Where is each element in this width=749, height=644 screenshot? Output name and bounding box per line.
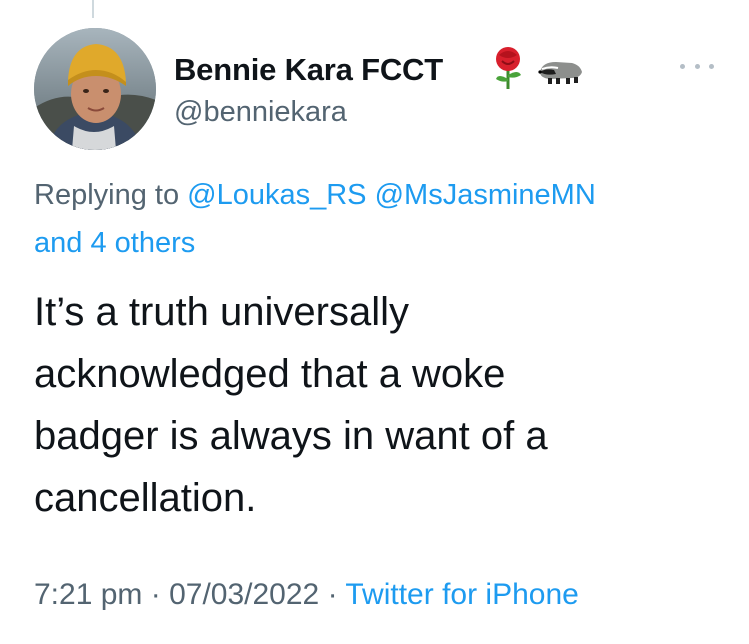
thread-connector-line (92, 0, 94, 18)
replying-to-label: Replying to (34, 179, 180, 211)
replying-to: Replying to @Loukas_RS @MsJasmineMN and … (34, 171, 724, 267)
meta-separator: · (327, 578, 338, 611)
more-dot-icon (709, 63, 714, 69)
tweet-text-line: badger is always in want of a (34, 414, 548, 458)
avatar[interactable] (34, 28, 156, 150)
rose-icon (496, 47, 521, 89)
author-display-name[interactable]: Bennie Kara FCCT (174, 52, 443, 88)
more-options-button[interactable] (680, 56, 714, 76)
tweet-source-link[interactable]: Twitter for iPhone (345, 578, 578, 611)
badger-icon (538, 62, 582, 84)
tweet-text-line: It’s a truth universally (34, 290, 409, 334)
tweet-date[interactable]: 07/03/2022 (169, 578, 319, 611)
tweet-time[interactable]: 7:21 pm (34, 578, 142, 611)
author-handle[interactable]: @benniekara (174, 96, 347, 129)
meta-separator: · (150, 578, 161, 611)
tweet-text: It’s a truth universally acknowledged th… (34, 281, 724, 529)
more-dot-icon (694, 63, 700, 69)
mention-link[interactable]: @MsJasmineMN (375, 179, 596, 211)
tweet-text-line: cancellation. (34, 476, 257, 520)
tweet-text-line: acknowledged that a woke (34, 352, 506, 396)
more-dot-icon (680, 63, 685, 69)
tweet-metadata: 7:21 pm · 07/03/2022 · Twitter for iPhon… (34, 578, 579, 612)
others-link[interactable]: and 4 others (34, 227, 195, 259)
mention-link[interactable]: @Loukas_RS (187, 179, 366, 211)
